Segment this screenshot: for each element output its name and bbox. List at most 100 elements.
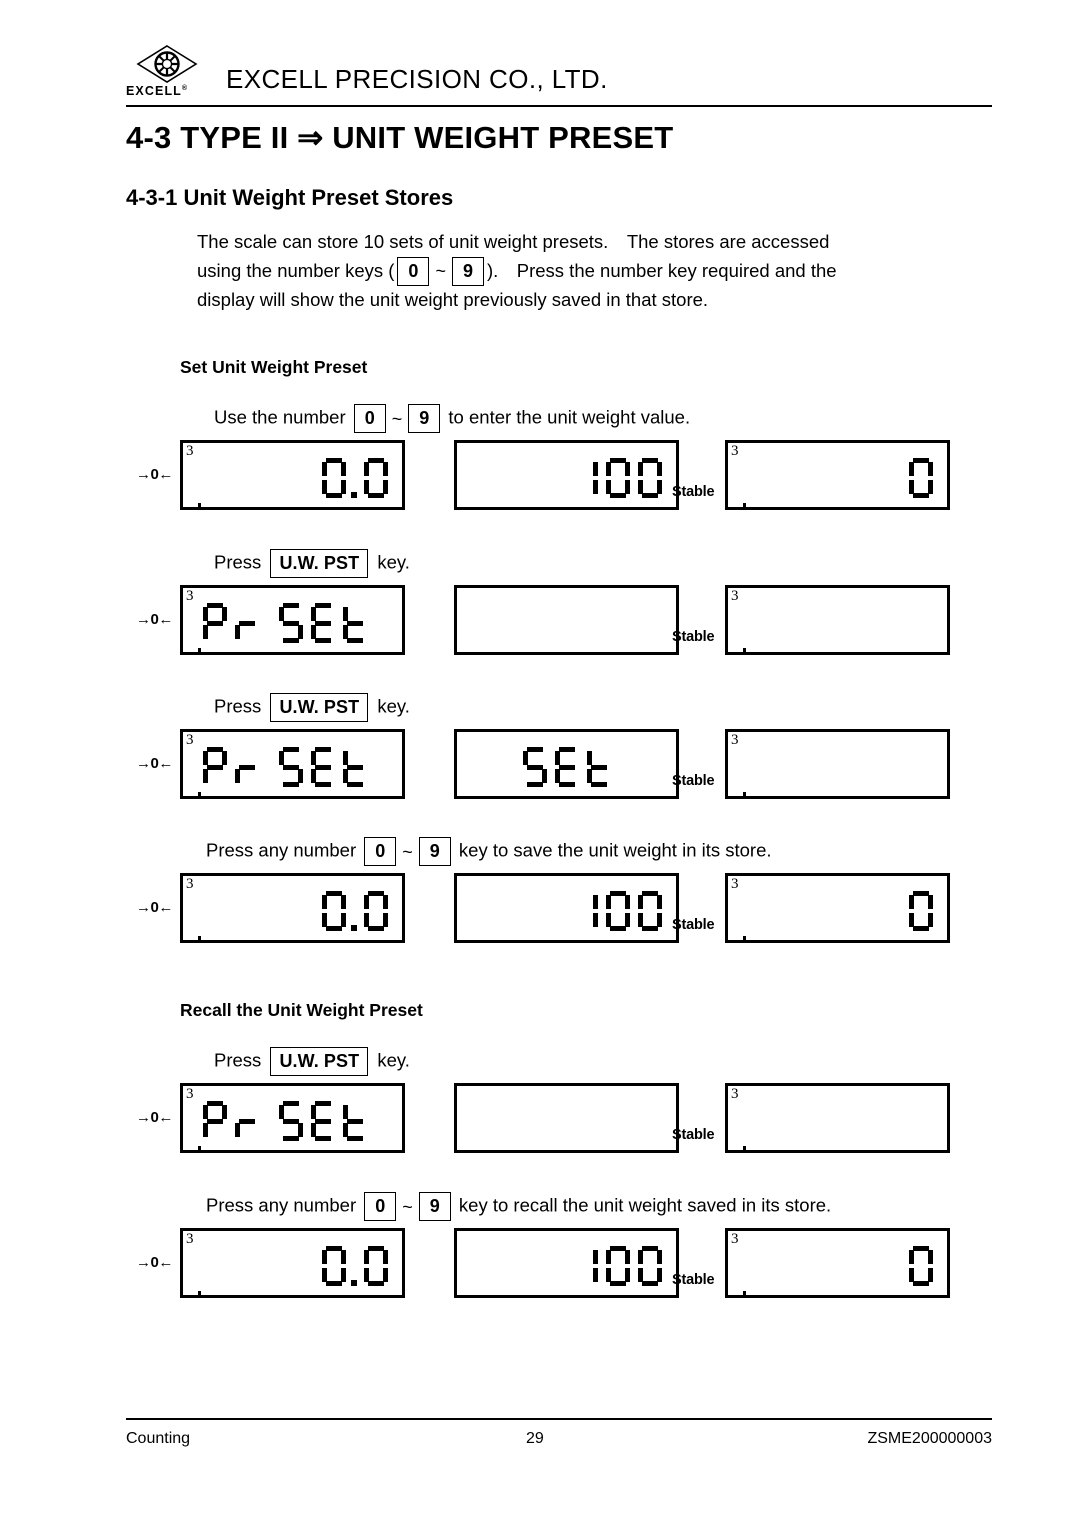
lcd-readout — [570, 876, 666, 946]
intro-line-2: using the number keys (0 ~9). Press the n… — [197, 257, 977, 287]
recall-step-2-instruction: Press any number 0 ~9 key to recall the u… — [206, 1192, 831, 1221]
panel-marker-digit: 3 — [731, 443, 739, 459]
set-step-2-lcd-panel-3: 3 — [725, 585, 950, 656]
lcd-readout — [199, 588, 371, 658]
panel-marker-digit: 3 — [731, 1231, 739, 1247]
number-key-0[interactable]: 0 — [397, 257, 430, 287]
set-step-4-number-key-0[interactable]: 0 — [364, 837, 397, 866]
zero-indicator-icon: →0← — [136, 466, 173, 483]
intro-line-1: The scale can store 10 sets of unit weig… — [197, 231, 830, 252]
document-page: EXCELL® EXCELL PRECISION CO., LTD. 4-3 T… — [0, 0, 1080, 1526]
lcd-readout — [457, 1086, 676, 1156]
set-step-3-instruction-suffix: key. — [372, 695, 410, 717]
lcd-readout — [728, 732, 947, 802]
page-number: 29 — [526, 1430, 544, 1447]
logo-wordmark-text: EXCELL — [126, 84, 182, 98]
recall-step-2-lcd-panel-2 — [454, 1228, 679, 1298]
excell-logo: EXCELL® — [126, 44, 212, 106]
lcd-readout — [199, 732, 371, 802]
segment-glyph-P — [203, 603, 227, 643]
segment-space — [263, 603, 275, 643]
set-step-1-lcd-panel-1: 3 — [180, 440, 405, 513]
segment-glyph-0 — [638, 458, 662, 498]
set-step-1-range-tilde: ~ — [391, 408, 403, 429]
section-title: 4-3-1 Unit Weight Preset Stores — [126, 185, 454, 210]
segment-decimal-point — [351, 891, 359, 931]
set-step-2-instruction: Press U.W. PST key. — [214, 549, 410, 578]
segment-glyph-0 — [909, 891, 933, 931]
set-step-4-instruction-prefix: Press any number — [206, 839, 362, 861]
zero-indicator-icon: →0← — [136, 899, 173, 916]
set-step-3-uw-pst-key[interactable]: U.W. PST — [270, 693, 369, 722]
segment-glyph-S — [279, 1101, 303, 1141]
recall-step-1-uw-pst-key[interactable]: U.W. PST — [270, 1047, 369, 1076]
set-step-2-uw-pst-key[interactable]: U.W. PST — [270, 549, 369, 578]
segment-glyph-0 — [909, 1246, 933, 1286]
lcd-readout — [570, 1231, 666, 1301]
segment-glyph-0 — [606, 891, 630, 931]
stable-indicator-label: Stable — [672, 1127, 715, 1143]
set-step-2-instruction-suffix: key. — [372, 551, 410, 573]
logo-wordmark: EXCELL® — [126, 84, 187, 98]
segment-glyph-E — [554, 747, 579, 787]
recall-step-2-number-key-0[interactable]: 0 — [364, 1192, 397, 1221]
stable-indicator-label: Stable — [672, 484, 715, 500]
segment-glyph-t — [343, 747, 367, 787]
intro-line-3: display will show the unit weight previo… — [197, 289, 709, 311]
segment-glyph-0 — [322, 1246, 346, 1286]
segment-glyph-r — [235, 747, 259, 787]
segment-decimal-point — [351, 458, 359, 498]
panel-marker-digit: 3 — [186, 732, 194, 748]
lcd-readout — [318, 443, 392, 513]
panel-marker-digit: 3 — [186, 443, 194, 459]
zero-indicator-icon: →0← — [136, 755, 173, 772]
lcd-readout — [728, 1086, 947, 1156]
footer-divider — [126, 1418, 992, 1420]
intro-line-2-prefix: using the number keys ( — [197, 259, 395, 281]
recall-step-2-lcd-panel-1: 3 — [180, 1228, 405, 1299]
recall-step-2-number-key-9[interactable]: 9 — [418, 1192, 451, 1221]
panel-marker-digit: 3 — [186, 876, 194, 892]
recall-step-2-instruction-prefix: Press any number — [206, 1194, 362, 1216]
stable-indicator-label: Stable — [672, 629, 715, 645]
segment-glyph-1 — [574, 1246, 598, 1286]
set-step-4-number-key-9[interactable]: 9 — [418, 837, 451, 866]
page-header: EXCELL® EXCELL PRECISION CO., LTD. — [126, 44, 992, 108]
lcd-readout — [457, 588, 676, 658]
recall-step-1-instruction-prefix: Press — [214, 1049, 267, 1071]
segment-glyph-S — [279, 603, 303, 643]
lcd-readout — [905, 1231, 937, 1301]
set-step-2-lcd-panel-1: 3 — [180, 585, 405, 658]
segment-glyph-S — [279, 747, 303, 787]
panel-notch-mark — [198, 503, 201, 511]
page-title: 4-3 TYPE II ⇒ UNIT WEIGHT PRESET — [126, 120, 674, 155]
footer-chapter: Counting — [126, 1430, 191, 1447]
set-step-2-lcd-panel-2 — [454, 585, 679, 655]
set-step-2-instruction-prefix: Press — [214, 551, 267, 573]
intro-paragraph: The scale can store 10 sets of unit weig… — [197, 228, 977, 315]
set-step-4-lcd-panel-2 — [454, 873, 679, 943]
set-step-4-lcd-panel-3: 3 — [725, 873, 950, 944]
segment-glyph-0 — [322, 891, 346, 931]
segment-glyph-P — [203, 747, 227, 787]
segment-glyph-0 — [364, 891, 388, 931]
segment-glyph-S — [522, 747, 547, 787]
diamond-logo-icon — [136, 45, 198, 83]
set-step-3-instruction-prefix: Press — [214, 695, 267, 717]
recall-step-1-instruction: Press U.W. PST key. — [214, 1047, 410, 1076]
set-step-2-display-row: →0← 3 3 Stable — [0, 585, 1080, 661]
stable-indicator-label: Stable — [672, 1272, 715, 1288]
recall-step-2-instruction-suffix: key to recall the unit weight saved in i… — [453, 1194, 832, 1216]
number-key-9[interactable]: 9 — [451, 257, 484, 287]
segment-glyph-1 — [574, 891, 598, 931]
set-step-4-range-tilde: ~ — [402, 841, 413, 862]
segment-glyph-0 — [606, 458, 630, 498]
header-divider — [126, 105, 992, 107]
segment-glyph-1 — [574, 458, 598, 498]
set-step-1-number-key-0[interactable]: 0 — [353, 404, 386, 433]
set-step-3-lcd-panel-1: 3 — [180, 729, 405, 802]
segment-glyph-P — [203, 1101, 227, 1141]
lcd-readout — [905, 443, 937, 513]
segment-glyph-r — [235, 603, 259, 643]
set-step-1-number-key-9[interactable]: 9 — [408, 404, 441, 433]
